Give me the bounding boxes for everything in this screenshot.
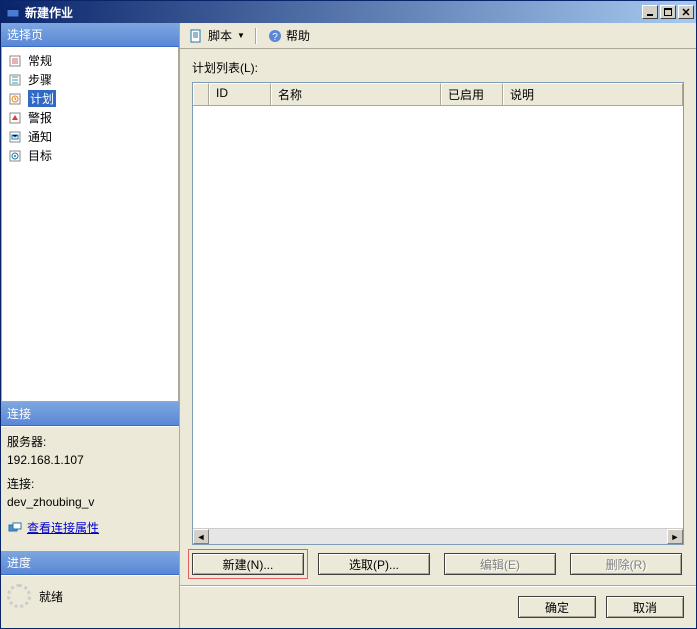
page-item-schedule[interactable]: 计划	[4, 89, 176, 108]
scroll-left-button[interactable]: ◄	[193, 529, 209, 544]
progress-status: 就绪	[39, 588, 63, 605]
scroll-track[interactable]	[209, 529, 667, 544]
cancel-button[interactable]: 取消	[606, 596, 684, 618]
window-title: 新建作业	[25, 4, 642, 21]
maximize-button[interactable]	[660, 5, 676, 19]
page-label: 警报	[28, 109, 52, 126]
left-sidebar: 选择页 常规 步骤 计划 警报	[1, 23, 180, 628]
minimize-button[interactable]	[642, 5, 658, 19]
grid-body[interactable]	[193, 106, 683, 528]
server-label: 服务器:	[7, 433, 173, 451]
script-button[interactable]: 脚本 ▼	[186, 25, 248, 46]
action-button-row: 新建(N)... 选取(P)... 编辑(E) 删除(R)	[192, 545, 684, 579]
app-icon	[5, 4, 21, 20]
connection-value: dev_zhoubing_v	[7, 493, 173, 511]
ok-button[interactable]: 确定	[518, 596, 596, 618]
schedule-list-label: 计划列表(L):	[192, 59, 684, 76]
server-value: 192.168.1.107	[7, 451, 173, 469]
edit-button: 编辑(E)	[444, 553, 556, 575]
chevron-down-icon: ▼	[237, 31, 245, 40]
dialog-footer: 确定 取消	[180, 585, 696, 628]
spinner-icon	[7, 584, 31, 608]
gear-icon	[8, 53, 24, 69]
notify-icon	[8, 129, 24, 145]
page-item-general[interactable]: 常规	[4, 51, 176, 70]
progress-header: 进度	[1, 551, 179, 575]
pick-button[interactable]: 选取(P)...	[318, 553, 430, 575]
progress-panel: 就绪	[1, 575, 179, 628]
page-label: 计划	[28, 90, 56, 107]
horizontal-scrollbar[interactable]: ◄ ►	[193, 528, 683, 544]
alert-icon	[8, 110, 24, 126]
right-content: 脚本 ▼ ? 帮助 计划列表(L): ID 名称 已启用	[180, 23, 696, 628]
dialog-window: 新建作业 选择页 常规 步骤 计划	[0, 0, 697, 629]
page-label: 目标	[28, 147, 52, 164]
new-button[interactable]: 新建(N)...	[192, 553, 304, 575]
help-label: 帮助	[286, 27, 310, 44]
pages-panel: 常规 步骤 计划 警报 通知	[1, 47, 179, 402]
connection-panel: 服务器: 192.168.1.107 连接: dev_zhoubing_v 查看…	[1, 426, 179, 551]
page-item-steps[interactable]: 步骤	[4, 70, 176, 89]
view-connection-label: 查看连接属性	[27, 519, 99, 537]
grid-header: ID 名称 已启用 说明	[193, 83, 683, 106]
page-label: 常规	[28, 52, 52, 69]
script-label: 脚本	[208, 27, 232, 44]
close-button[interactable]	[678, 5, 694, 19]
separator	[255, 28, 257, 44]
scroll-right-button[interactable]: ►	[667, 529, 683, 544]
schedule-icon	[8, 91, 24, 107]
help-button[interactable]: ? 帮助	[264, 25, 313, 46]
grid-header-name[interactable]: 名称	[271, 83, 441, 105]
connection-label: 连接:	[7, 475, 173, 493]
svg-text:?: ?	[272, 32, 278, 43]
page-label: 通知	[28, 128, 52, 145]
page-item-targets[interactable]: 目标	[4, 146, 176, 165]
page-item-notify[interactable]: 通知	[4, 127, 176, 146]
toolbar: 脚本 ▼ ? 帮助	[180, 23, 696, 49]
target-icon	[8, 148, 24, 164]
view-connection-link[interactable]: 查看连接属性	[7, 519, 99, 537]
schedule-grid: ID 名称 已启用 说明 ◄ ►	[192, 82, 684, 545]
grid-header-enabled[interactable]: 已启用	[441, 83, 503, 105]
titlebar: 新建作业	[1, 1, 696, 23]
select-page-header: 选择页	[1, 23, 179, 47]
grid-header-description[interactable]: 说明	[503, 83, 683, 105]
grid-header-id[interactable]: ID	[209, 83, 271, 105]
page-label: 步骤	[28, 71, 52, 88]
script-icon	[189, 28, 205, 44]
delete-button: 删除(R)	[570, 553, 682, 575]
steps-icon	[8, 72, 24, 88]
page-item-alerts[interactable]: 警报	[4, 108, 176, 127]
connection-props-icon	[7, 520, 23, 536]
connection-header: 连接	[1, 402, 179, 426]
grid-header-rowselect[interactable]	[193, 83, 209, 105]
help-icon: ?	[267, 28, 283, 44]
